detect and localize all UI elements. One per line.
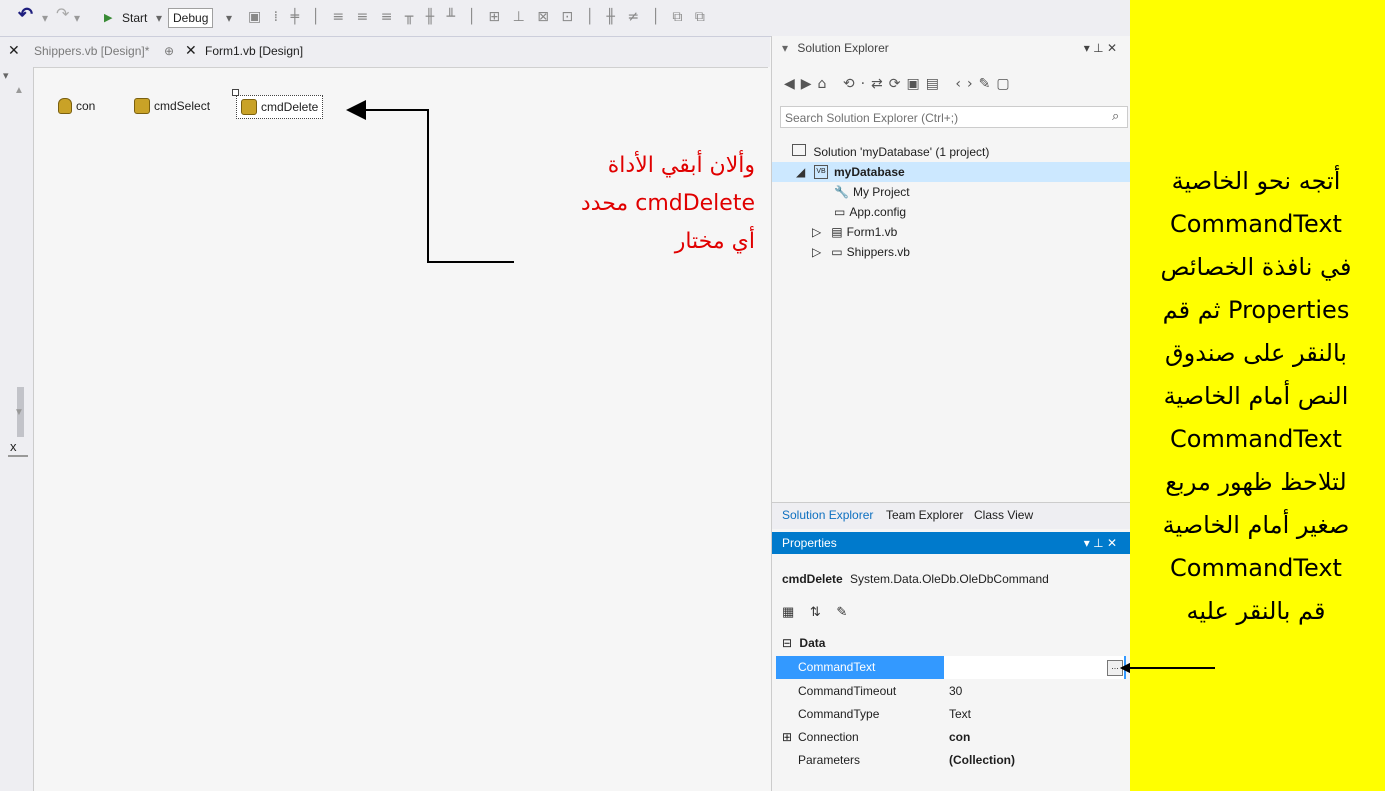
instruction-text: أتجه نحو الخاصية CommandText في نافذة ال… — [1136, 160, 1376, 633]
instruction-arrow — [1120, 663, 1215, 673]
instruction-line: لتلاحظ ظهور مربع — [1165, 468, 1347, 496]
instruction-line: صغير أمام الخاصية — [1162, 511, 1350, 539]
arrow-to-cmddelete — [346, 100, 514, 263]
annotation-arrows — [346, 100, 1130, 678]
instruction-line: في نافذة الخصائص — [1160, 253, 1352, 281]
instruction-line: CommandText — [1170, 554, 1342, 582]
instruction-line: CommandText — [1170, 210, 1342, 238]
instruction-line: أتجه نحو الخاصية — [1171, 167, 1341, 195]
instruction-line: بالنقر على صندوق — [1165, 339, 1347, 367]
instruction-line: قم بالنقر عليه — [1186, 597, 1326, 625]
instruction-line: CommandText — [1170, 425, 1342, 453]
visual-studio-window: ↶ ▾ ↷ ▾ ▶ Start ▾ Debug ▾ ▣ ⁞ ╪ │ ≡ ≡ ≡ … — [0, 0, 1130, 791]
instruction-line: Properties ثم قم — [1162, 296, 1350, 324]
instruction-line: النص أمام الخاصية — [1163, 382, 1349, 410]
